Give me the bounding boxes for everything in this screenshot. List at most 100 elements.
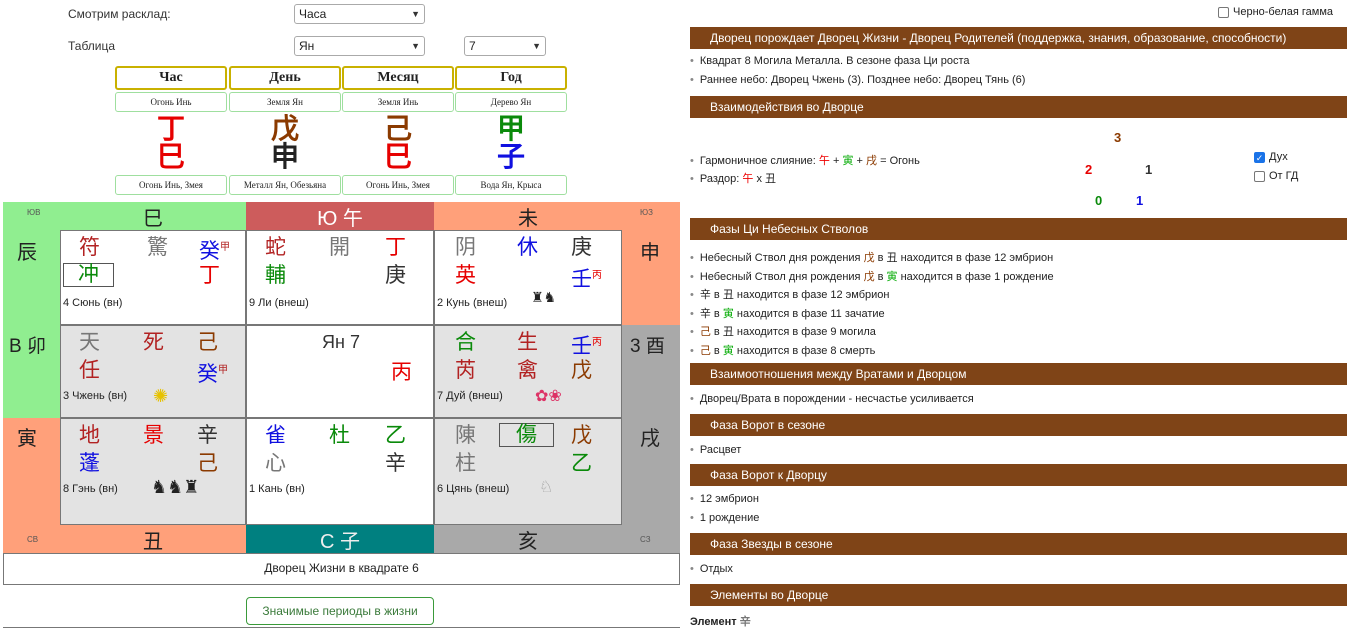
- section-header-gates-to-palace: Фаза Ворот к Дворцу: [690, 464, 1347, 486]
- phase-item: • 辛 в 寅 находится в фазе 11 зачатие: [690, 307, 885, 320]
- corner-nw: СЗ: [622, 525, 680, 553]
- periods-button[interactable]: Значимые периоды в жизни: [246, 597, 434, 625]
- palace-8[interactable]: 地 景 辛 蓬 己 8 Гэнь (вн) ♞♞♜: [60, 418, 246, 525]
- section-header-star-season: Фаза Звезды в сезоне: [690, 533, 1347, 555]
- stem-glyph: 己: [197, 331, 218, 354]
- pillar-head: Год: [455, 66, 567, 90]
- num-mid-right: 1: [1145, 162, 1153, 177]
- star-glyph: 輔: [265, 264, 286, 287]
- harmony-line: • Гармоничное слияние: 午 + 寅 + 戌 = Огонь: [690, 155, 920, 167]
- section-header-gates-season: Фаза Ворот в сезоне: [690, 414, 1347, 436]
- palace-4[interactable]: 符 驚 癸甲 冲 丁 4 Сюнь (вн): [60, 230, 246, 325]
- star-glyph: 任: [79, 359, 100, 382]
- bw-label: Черно-белая гамма: [1233, 6, 1334, 18]
- pillar-element: Земля Инь: [342, 92, 454, 112]
- spirit-toggle[interactable]: ✓ Дух: [1254, 151, 1288, 163]
- palace-7[interactable]: 合 生 壬丙 芮 禽 戊 7 Дуй (внеш) ✿❀: [434, 325, 622, 418]
- stem-glyph-2: 乙: [571, 452, 592, 475]
- pillar-branch: 巳: [156, 141, 185, 172]
- info-line: • Отдых: [690, 563, 733, 575]
- stem-glyph-2: 丁: [199, 264, 220, 287]
- top-label-si: 巳: [60, 202, 246, 230]
- stem-glyph-2: 庚: [385, 264, 406, 287]
- pillar-branch-info: Огонь Инь, Змея: [342, 175, 454, 195]
- palace-name: 6 Цянь (внеш): [437, 483, 510, 495]
- layout-select[interactable]: Часа ▼: [294, 4, 425, 24]
- deity-glyph: 陳: [455, 424, 476, 447]
- info-line: • Расцвет: [690, 444, 742, 456]
- top-label-south: Ю 午: [246, 202, 434, 230]
- layout-select-value: Часа: [299, 7, 327, 21]
- life-palace-footer: Дворец Жизни в квадрате 6: [3, 553, 680, 585]
- palace-name: 7 Дуй (внеш): [437, 390, 503, 402]
- check-icon[interactable]: ✓: [1254, 151, 1265, 163]
- palace-name: 8 Гэнь (вн): [63, 483, 118, 495]
- spirit-label: Дух: [1269, 151, 1288, 163]
- pillar-head: Час: [115, 66, 227, 90]
- phase-item: • Небесный Ствол дня рождения 戊 в 丑 наход…: [690, 252, 1054, 264]
- table-select[interactable]: Ян ▼: [294, 36, 425, 56]
- section-header-elements: Элементы во Дворце: [690, 584, 1347, 606]
- bw-checkbox[interactable]: [1218, 6, 1229, 18]
- table-number-select[interactable]: 7 ▼: [464, 36, 546, 56]
- section-header-gates-palace: Взаимоотношения между Вратами и Дворцом: [690, 363, 1347, 385]
- pillar-element: Огонь Инь: [115, 92, 227, 112]
- num-bottom-left: 0: [1095, 193, 1103, 208]
- deity-glyph: 天: [79, 331, 100, 354]
- right-label-xu: 戌: [622, 418, 680, 525]
- horses-icon: ♞♞♜: [151, 477, 200, 497]
- corner-ne: СВ: [3, 525, 60, 553]
- section-header-interactions: Взаимодействия во Дворце: [690, 96, 1347, 118]
- pillar-element: Земля Ян: [229, 92, 341, 112]
- info-line: • 1 рождение: [690, 512, 760, 524]
- num-mid-left: 2: [1085, 162, 1093, 177]
- gate-glyph: 杜: [329, 424, 350, 447]
- palace-9[interactable]: 蛇 開 丁 輔 庚 9 Ли (внеш): [246, 230, 434, 325]
- gate-glyph: 景: [143, 424, 164, 447]
- gd-toggle[interactable]: От ГД: [1254, 170, 1298, 182]
- gate-glyph: 死: [143, 331, 164, 354]
- chevron-down-icon: ▼: [411, 41, 420, 51]
- chevron-down-icon: ▼: [411, 9, 420, 19]
- blossom-icon: ✿❀: [535, 388, 562, 405]
- corner-sw: ЮЗ: [622, 202, 680, 230]
- figures-icon: ♜♞: [531, 289, 557, 305]
- pillar-stem: 己: [383, 113, 412, 144]
- palace-1[interactable]: 雀 杜 乙 心 辛 1 Кань (вн): [246, 418, 434, 525]
- gate-glyph: 生: [517, 331, 538, 354]
- phase-item: • 己 в 丑 находится в фазе 9 могила: [690, 326, 876, 339]
- palace-name: 2 Кунь (внеш): [437, 297, 508, 309]
- palace-center[interactable]: Ян 7 丙: [246, 325, 434, 418]
- palace-name: 9 Ли (внеш): [249, 297, 309, 309]
- top-label-wei: 未: [434, 202, 622, 230]
- gd-label: От ГД: [1269, 170, 1299, 182]
- clash-box: 冲: [63, 263, 114, 287]
- star-glyph: 心: [265, 452, 286, 475]
- stem-glyph: 乙: [385, 424, 406, 447]
- bw-toggle[interactable]: Черно-белая гамма: [1218, 6, 1333, 18]
- deity-glyph: 地: [79, 424, 100, 447]
- bottom-label-north: С 子: [246, 525, 434, 553]
- stem-glyph: 辛: [197, 424, 218, 447]
- phase-item: • 己 в 寅 находится в фазе 8 смерть: [690, 345, 876, 357]
- left-label-east: В 卯: [3, 325, 60, 418]
- stem-glyph-2: 戊: [571, 359, 592, 382]
- stem-glyph: 壬丙: [571, 335, 602, 358]
- palace-6[interactable]: 陳 傷 戊 柱 乙 6 Цянь (внеш) ♘: [434, 418, 622, 525]
- stem-glyph-2: 辛: [385, 452, 406, 475]
- chevron-down-icon: ▼: [532, 41, 541, 51]
- left-label-yin: 寅: [3, 418, 60, 525]
- palace-3[interactable]: 天 死 己 任 癸甲 3 Чжень (вн) ✺: [60, 325, 246, 418]
- info-line: • Дворец/Врата в порождении - несчастье у…: [690, 393, 974, 405]
- stem-glyph: 戊: [571, 424, 592, 447]
- pillar-branch: 巳: [383, 141, 412, 172]
- palace-2[interactable]: 阴 休 庚 英 壬丙 2 Кунь (внеш) ♜♞: [434, 230, 622, 325]
- stem-glyph: 丁: [385, 236, 406, 259]
- deity-glyph: 合: [455, 331, 476, 354]
- pillar-branch-info: Вода Ян, Крыса: [455, 175, 567, 195]
- deity-glyph: 阴: [455, 236, 476, 259]
- info-line: • Квадрат 8 Могила Металла. В сезоне фаза…: [690, 55, 970, 67]
- gd-checkbox[interactable]: [1254, 170, 1265, 182]
- palace-name: 1 Кань (вн): [249, 483, 305, 495]
- right-label-shen: 申: [622, 230, 680, 325]
